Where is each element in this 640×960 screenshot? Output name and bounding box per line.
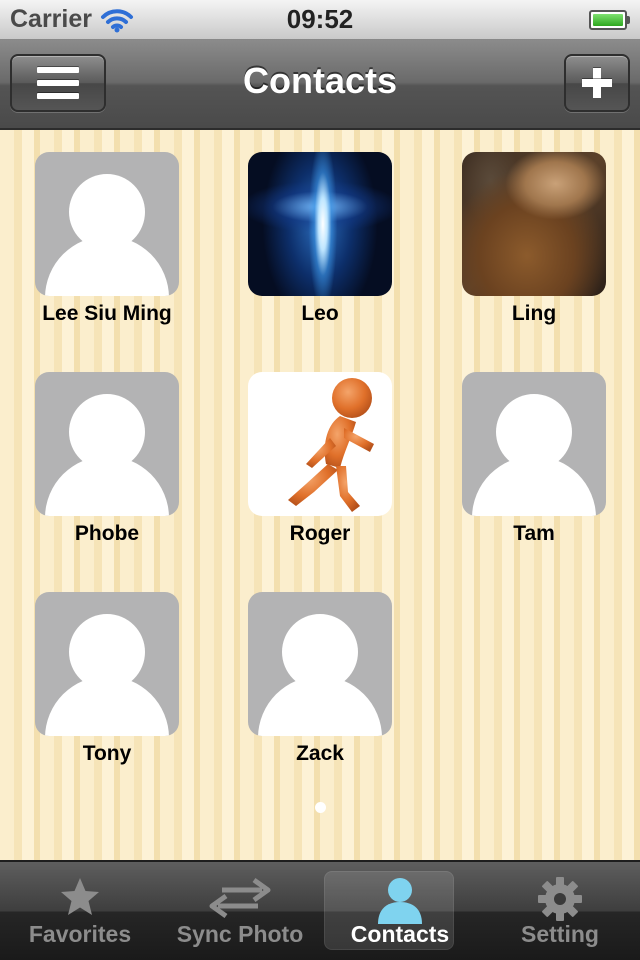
contact-item-tony[interactable]: Tony: [17, 592, 197, 766]
contact-item-zack[interactable]: Zack: [230, 592, 410, 766]
contact-name: Ling: [511, 302, 557, 325]
contact-name: Zack: [296, 742, 344, 765]
contact-name: Leo: [301, 302, 339, 325]
avatar-placeholder-icon: [35, 592, 179, 736]
contact-item-tam[interactable]: Tam: [444, 372, 624, 546]
hamburger-menu-icon: [37, 67, 79, 99]
avatar-placeholder-icon: [35, 372, 179, 516]
contact-name: Roger: [289, 522, 351, 545]
person-icon: [378, 878, 422, 924]
star-icon: [61, 878, 99, 915]
gear-icon: [538, 877, 582, 921]
contact-item-phobe[interactable]: Phobe: [17, 372, 197, 546]
tab-label: Sync Photo: [176, 921, 304, 947]
status-bar: Carrier 09:52: [0, 0, 640, 40]
tab-contacts[interactable]: Contacts: [320, 862, 480, 960]
avatar-placeholder-icon: [248, 592, 392, 736]
menu-button[interactable]: [10, 54, 106, 112]
avatar-photo: [462, 152, 606, 296]
page-indicator-dot[interactable]: [315, 802, 326, 813]
battery-icon: [589, 9, 630, 30]
wifi-icon: [101, 8, 133, 32]
tab-sync-photo[interactable]: Sync Photo: [160, 862, 320, 960]
tab-label: Contacts: [350, 921, 450, 947]
runner-figure-icon: [288, 378, 374, 512]
tab-label: Favorites: [28, 921, 132, 947]
contact-item-lee-siu-ming[interactable]: Lee Siu Ming: [17, 152, 197, 326]
tab-favorites[interactable]: Favorites: [0, 862, 160, 960]
plus-icon: [582, 68, 612, 98]
tab-bar: Favorites Sync Photo Contacts Setting: [0, 860, 640, 960]
contact-name: Lee Siu Ming: [42, 302, 172, 325]
contact-item-roger[interactable]: Roger: [230, 372, 410, 546]
navigation-bar: Contacts: [0, 40, 640, 130]
sync-arrows-icon: [209, 877, 271, 918]
tab-setting[interactable]: Setting: [480, 862, 640, 960]
avatar-placeholder-icon: [462, 372, 606, 516]
carrier-label: Carrier: [10, 5, 92, 33]
contact-name: Tam: [513, 522, 555, 545]
add-contact-button[interactable]: [564, 54, 630, 112]
contact-item-leo[interactable]: Leo: [230, 152, 410, 326]
contact-name: Phobe: [74, 522, 140, 545]
contact-item-ling[interactable]: Ling: [444, 152, 624, 326]
avatar-placeholder-icon: [35, 152, 179, 296]
tab-label: Setting: [521, 921, 599, 947]
avatar-photo: [248, 372, 392, 516]
carrier-group: Carrier: [10, 5, 134, 34]
avatar-photo: [248, 152, 392, 296]
contact-name: Tony: [82, 742, 132, 765]
contacts-grid: Lee Siu Ming Leo Ling Phobe Roger Tam To…: [0, 130, 640, 860]
